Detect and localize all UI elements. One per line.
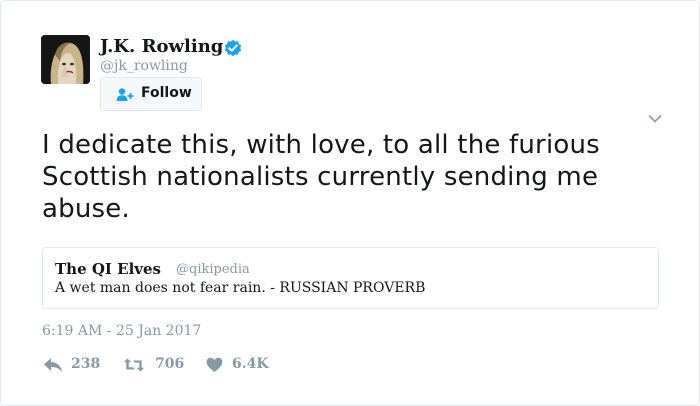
quoted-author-handle: @qikipedia xyxy=(176,262,250,277)
follow-button-label: Follow xyxy=(141,85,192,101)
like-count: 6.4K xyxy=(232,356,269,372)
retweet-icon xyxy=(123,358,145,372)
reply-icon xyxy=(44,358,62,372)
tweet-text: I dedicate this, with love, to all the f… xyxy=(42,130,600,224)
author-avatar[interactable] xyxy=(41,35,90,84)
reply-action[interactable]: 238 xyxy=(43,355,103,375)
quoted-author-name: The QI Elves xyxy=(55,260,161,278)
like-action[interactable]: 6.4K xyxy=(206,355,270,375)
author-name[interactable]: J.K. Rowling xyxy=(100,35,223,59)
quoted-tweet[interactable]: The QI Elves @qikipedia A wet man does n… xyxy=(42,247,659,309)
quoted-tweet-text: A wet man does not fear rain. - RUSSIAN … xyxy=(55,280,426,296)
tweet-timestamp[interactable]: 6:19 AM - 25 Jan 2017 xyxy=(42,323,201,339)
verified-badge-icon xyxy=(224,39,242,57)
chevron-down-icon[interactable] xyxy=(648,114,662,124)
reply-count: 238 xyxy=(71,356,101,372)
retweet-count: 706 xyxy=(155,356,185,372)
author-handle[interactable]: @jk_rowling xyxy=(100,58,188,74)
follow-button[interactable]: Follow xyxy=(100,77,202,111)
heart-icon xyxy=(206,357,223,372)
tweet-card: J.K. Rowling @jk_rowling Follow I dedica… xyxy=(0,0,700,406)
retweet-action[interactable]: 706 xyxy=(123,355,187,375)
add-user-icon xyxy=(116,88,134,101)
profile-photo-icon xyxy=(41,35,90,84)
